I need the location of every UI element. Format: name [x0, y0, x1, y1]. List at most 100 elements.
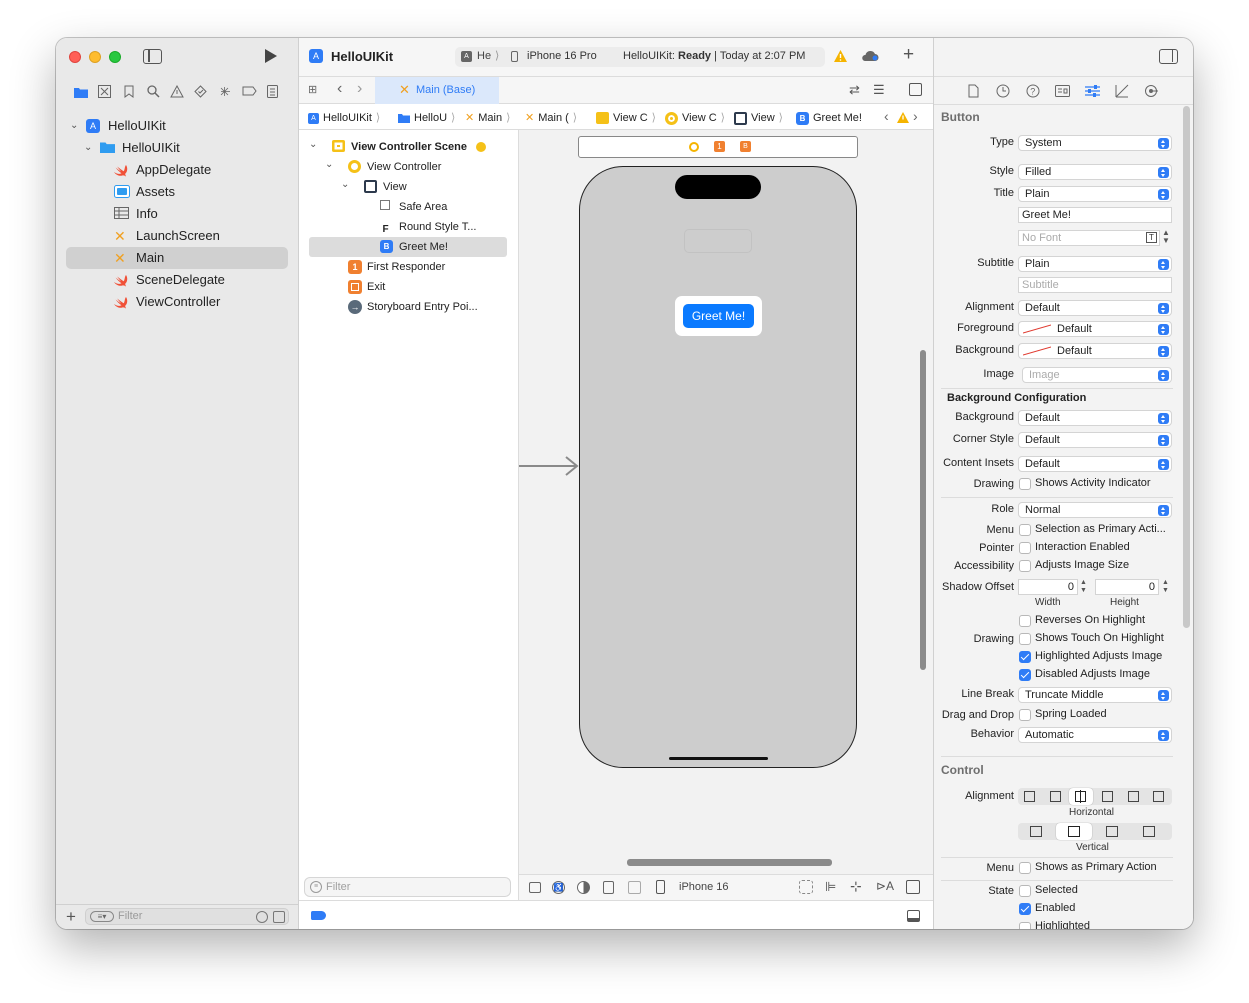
corner-style-popup[interactable]: Default [1018, 432, 1172, 448]
outline-item-view-controller-scene[interactable]: ⌄ View Controller Scene [309, 137, 507, 157]
navigator-item-hellouikit[interactable]: ⌄ HelloUIKit [66, 137, 288, 159]
disclosure-chevron-icon[interactable]: ⌄ [325, 155, 333, 175]
align-middle-segment-icon[interactable] [1069, 788, 1093, 805]
outline-item-safe-area[interactable]: Safe Area [309, 197, 507, 217]
navigator-item-info[interactable]: Info [66, 203, 288, 225]
back-chevron-icon[interactable]: ‹ [337, 80, 342, 98]
scheme-name[interactable]: He [477, 50, 491, 62]
image-combo[interactable]: Image [1022, 367, 1172, 383]
title-text-field[interactable]: Greet Me! [1018, 207, 1172, 223]
font-picker-icon[interactable]: T [1146, 232, 1157, 243]
adjusts-image-size-checkbox[interactable] [1019, 560, 1031, 572]
iphone-device-frame[interactable]: Greet Me! [579, 166, 857, 768]
layout-icon[interactable] [628, 881, 641, 894]
canvas-horizontal-scrollbar[interactable] [627, 859, 832, 866]
shadow-width-stepper-icon[interactable]: ▲ ▼ [1080, 579, 1087, 595]
orientation-icon[interactable] [603, 881, 614, 894]
breakpoints-toggle-icon[interactable] [311, 911, 326, 920]
navigator-item-appdelegate[interactable]: AppDelegate [66, 159, 288, 181]
navigator-item-viewcontroller[interactable]: ViewController [66, 291, 288, 313]
filter-options-icon[interactable]: ≡▾ [90, 911, 114, 922]
project-navigator-folder-icon[interactable] [74, 86, 88, 98]
state-selected-checkbox[interactable] [1019, 885, 1031, 897]
align-icon[interactable]: ⊫ [825, 879, 836, 895]
selection-as-primary-action-checkbox[interactable] [1019, 524, 1031, 536]
close-window-button[interactable] [69, 51, 81, 63]
highlighted-adjusts-image-checkbox[interactable] [1019, 651, 1031, 663]
navigator-item-scenedelegate[interactable]: SceneDelegate [66, 269, 288, 291]
subtitle-popup[interactable]: Plain [1018, 256, 1172, 272]
align-leading-segment-icon[interactable] [1153, 791, 1164, 802]
align-center-segment-icon[interactable] [1050, 791, 1061, 802]
run-destination[interactable]: iPhone 16 Pro [527, 50, 597, 62]
reverses-on-highlight-checkbox[interactable] [1019, 615, 1031, 627]
align-top-segment-icon[interactable] [1030, 826, 1042, 837]
navigator-item-main[interactable]: ✕ Main [66, 247, 288, 269]
warning-icon[interactable] [897, 112, 909, 123]
scene-options-icon[interactable] [476, 142, 486, 152]
exit-dock-icon[interactable]: B [740, 141, 751, 152]
report-navigator-icon[interactable] [267, 85, 278, 98]
disclosure-chevron-icon[interactable]: ⌄ [341, 175, 349, 195]
align-right-segment-icon[interactable] [1102, 791, 1113, 802]
shadow-height-field[interactable]: 0 [1095, 579, 1159, 595]
outline-item-exit[interactable]: Exit [309, 277, 507, 297]
canvas-vertical-scrollbar[interactable] [920, 350, 926, 670]
update-frames-icon[interactable] [799, 880, 813, 894]
bg-config-background-popup[interactable]: Default [1018, 410, 1172, 426]
resolve-autolayout-icon[interactable]: ⊳A [876, 879, 894, 893]
device-phone-icon[interactable] [656, 880, 665, 894]
test-navigator-icon[interactable] [194, 85, 207, 98]
style-popup[interactable]: Filled [1018, 164, 1172, 180]
first-responder-dock-icon[interactable]: 1 [714, 141, 725, 152]
navigator-item-assets[interactable]: Assets [66, 181, 288, 203]
scene-dock[interactable]: 1 B [578, 136, 858, 158]
alignment-popup[interactable]: Default [1018, 300, 1172, 316]
sidebar-toggle-icon[interactable] [143, 49, 162, 64]
outline-item-first-responder[interactable]: 1 First Responder [309, 257, 507, 277]
recent-files-icon[interactable] [256, 911, 268, 923]
outline-item-storyboard-entry-poi[interactable]: → Storyboard Entry Poi... [309, 297, 507, 317]
appearance-icon[interactable] [577, 881, 590, 894]
navigator-filter-field[interactable]: ≡▾ Filter [85, 908, 289, 925]
background-color-popup[interactable]: Default [1018, 343, 1172, 359]
warning-icon[interactable] [834, 50, 847, 62]
spring-loaded-checkbox[interactable] [1019, 709, 1031, 721]
navigator-item-hellouikit[interactable]: ⌄ A HelloUIKit [66, 115, 288, 137]
outline-item-view-controller[interactable]: ⌄ View Controller [309, 157, 507, 177]
shows-as-primary-action-checkbox[interactable] [1019, 862, 1031, 874]
accessibility-icon[interactable]: ♿ [552, 881, 565, 894]
add-file-button[interactable]: + [66, 907, 76, 927]
breadcrumb-button[interactable]: B Greet Me! [796, 107, 862, 129]
greet-me-canvas-button[interactable]: Greet Me! [683, 304, 754, 328]
shadow-width-field[interactable]: 0 [1018, 579, 1078, 595]
disclosure-chevron-icon[interactable]: ⌄ [309, 135, 317, 155]
debug-navigator-icon[interactable] [218, 85, 232, 98]
align-fill-segment-icon[interactable] [1128, 791, 1139, 802]
breadcrumb-group[interactable]: HelloU ⟩ [398, 107, 455, 129]
device-configuration-label[interactable]: iPhone 16 [679, 881, 729, 893]
issue-navigator-icon[interactable] [170, 85, 184, 98]
zoom-window-button[interactable] [109, 51, 121, 63]
line-break-popup[interactable]: Truncate Middle [1018, 687, 1172, 703]
title-popup[interactable]: Plain [1018, 186, 1172, 202]
forward-chevron-icon[interactable]: › [357, 80, 362, 98]
shows-activity-indicator-checkbox[interactable] [1019, 478, 1031, 490]
disclosure-chevron-icon[interactable]: ⌄ [70, 115, 78, 137]
type-popup[interactable]: System [1018, 135, 1172, 151]
document-outline-toggle-icon[interactable] [529, 882, 541, 893]
title-font-field[interactable]: No Font T [1018, 230, 1160, 246]
editor-grid-icon[interactable]: ⊞ [308, 84, 320, 96]
foreground-color-popup[interactable]: Default [1018, 321, 1172, 337]
scheme-selector[interactable]: A He ⟩ iPhone 16 Pro HelloUIKit: Ready |… [455, 47, 825, 67]
issue-forward-chevron-icon[interactable]: › [913, 108, 918, 124]
breadcrumb-project[interactable]: A HelloUIKit ⟩ [308, 107, 380, 129]
shows-touch-on-highlight-checkbox[interactable] [1019, 633, 1031, 645]
add-library-button[interactable]: + [903, 44, 914, 66]
breadcrumb-view-controller[interactable]: View C ⟩ [665, 107, 725, 129]
align-vfill-segment-icon[interactable] [1143, 826, 1155, 837]
breadcrumb-file[interactable]: ✕ Main ⟩ [465, 107, 510, 129]
tab-main-base[interactable]: ✕ Main (Base) [375, 77, 499, 104]
subtitle-text-field[interactable]: Subtitle [1018, 277, 1172, 293]
font-stepper-icon[interactable]: ▲ ▼ [1162, 229, 1170, 245]
